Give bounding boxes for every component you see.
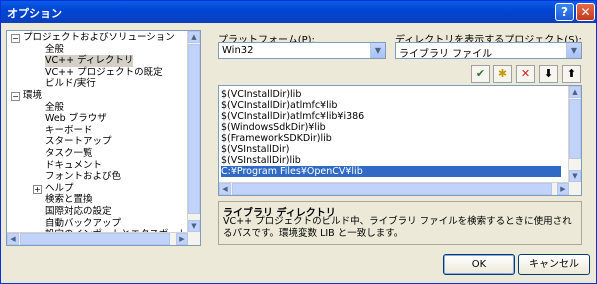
h-scroll-thumb[interactable] — [20, 233, 170, 245]
scroll-left-arrow-icon[interactable]: ◀ — [7, 233, 19, 245]
dirs-for-select[interactable]: ライブラリ ファイル ▼ — [395, 42, 582, 60]
tree-item[interactable]: Web ブラウザ — [7, 113, 187, 125]
tree-item-label: 全般 — [45, 43, 65, 55]
dirs-for-value: ライブラリ ファイル — [399, 49, 493, 60]
tree-item[interactable]: スタートアップ — [7, 136, 187, 148]
platform-value: Win32 — [222, 45, 254, 56]
tree-horizontal-scrollbar[interactable]: ◀ ▶ — [7, 232, 188, 245]
window-title: オプション — [7, 7, 62, 20]
tree-item-label: 国際対応の設定 — [45, 205, 112, 217]
tree-rows: − プロジェクトおよびソリューション 全般 VC++ ディレクトリ VC++ プロジェク… — [7, 32, 187, 245]
list-vertical-scrollbar[interactable]: ▲ ▼ — [568, 86, 581, 195]
tree-item-label: 検索と置換 — [45, 194, 93, 206]
scroll-thumb[interactable] — [569, 99, 581, 159]
tree-item-label: 全般 — [45, 101, 65, 113]
tree-item[interactable]: ドキュメント — [7, 160, 187, 172]
list-horizontal-scrollbar[interactable]: ◀ ▶ — [219, 182, 569, 195]
tree-item-label: スタートアップ — [45, 136, 112, 148]
directory-item[interactable]: C:¥Program Files¥OpenCV¥lib — [221, 166, 561, 177]
tree-item[interactable]: 自動バックアップ — [7, 218, 187, 230]
tree-item[interactable]: ビルド/実行 — [7, 78, 187, 90]
title-bar[interactable]: オプション ? ✕ — [1, 1, 596, 23]
tree-item-label: フォントおよび色 — [45, 171, 122, 183]
tree-item[interactable]: 検索と置換 — [7, 194, 187, 206]
tree-item[interactable]: キーボード — [7, 125, 187, 137]
collapse-icon[interactable]: − — [11, 34, 20, 43]
directory-item[interactable]: $(VCInstallDir)atlmfc¥lib — [221, 100, 337, 111]
move-up-icon[interactable]: ⬆ — [562, 65, 581, 83]
expand-icon[interactable]: + — [33, 184, 42, 194]
directory-item[interactable]: $(VCInstallDir)atlmfc¥lib¥i386 — [221, 111, 364, 122]
tree-item-label: 環境 — [23, 89, 43, 101]
tree-item-label: タスク一覧 — [45, 147, 93, 159]
scroll-up-arrow-icon[interactable]: ▲ — [188, 31, 200, 43]
h-scroll-thumb[interactable] — [232, 183, 552, 195]
platform-select[interactable]: Win32 ▼ — [218, 42, 386, 59]
tree-item[interactable]: VC++ プロジェクトの既定 — [7, 67, 187, 79]
options-tree[interactable]: − プロジェクトおよびソリューション 全般 VC++ ディレクトリ VC++ プロジェク… — [6, 30, 201, 246]
scroll-thumb[interactable] — [188, 44, 200, 214]
move-down-icon[interactable]: ⬇ — [539, 65, 558, 83]
checkmark-icon[interactable]: ✔ — [471, 65, 490, 83]
tree-item-label: VC++ ディレクトリ — [45, 55, 134, 67]
tree-item-label: プロジェクトおよびソリューション — [23, 32, 175, 43]
directory-item[interactable]: $(VSInstallDir) — [221, 144, 289, 155]
new-line-icon[interactable]: ✱ — [493, 65, 512, 83]
directory-item[interactable]: $(FrameworkSDKDir)lib — [221, 133, 332, 144]
tree-vertical-scrollbar[interactable]: ▲ ▼ — [187, 31, 200, 245]
delete-icon[interactable]: ✕ — [516, 65, 535, 83]
tree-item[interactable]: タスク一覧 — [7, 148, 187, 160]
cancel-button[interactable]: キャンセル — [518, 254, 590, 275]
tree-item[interactable]: − プロジェクトおよびソリューション — [7, 32, 187, 44]
tree-item[interactable]: − 環境 — [7, 90, 187, 102]
tree-item-label: ヘルプ — [45, 182, 74, 194]
tree-item-label: 自動バックアップ — [45, 217, 122, 229]
directory-item[interactable]: $(WindowsSdkDir)¥lib — [221, 122, 326, 133]
tree-item-label: ドキュメント — [45, 159, 103, 171]
description-panel: ライブラリ ディレクトリ VC++ プロジェクトのビルド中、ライブラリ ファイル… — [218, 201, 582, 245]
tree-item[interactable]: フォントおよび色 — [7, 171, 187, 183]
collapse-icon[interactable]: − — [11, 91, 20, 101]
help-button[interactable]: ? — [555, 3, 574, 21]
tree-item-label: ビルド/実行 — [45, 78, 96, 90]
options-dialog: オプション ? ✕ − プロジェクトおよびソリューション 全般 VC++ ディレクトリ… — [0, 0, 597, 284]
scroll-right-arrow-icon[interactable]: ▶ — [176, 233, 188, 245]
close-button[interactable]: ✕ — [576, 3, 595, 21]
description-text: VC++ プロジェクトのビルド中、ライブラリ ファイルを検索するときに使用される… — [223, 216, 572, 239]
directory-item[interactable]: $(VCInstallDir)lib — [221, 89, 301, 100]
tree-item[interactable]: 全般 — [7, 102, 187, 114]
scroll-down-arrow-icon[interactable]: ▼ — [569, 170, 581, 182]
chevron-down-icon[interactable]: ▼ — [370, 43, 385, 58]
tree-item-label: VC++ プロジェクトの既定 — [45, 66, 163, 78]
directory-item[interactable]: $(VSInstallDir)lib — [221, 155, 301, 166]
tree-item[interactable]: 国際対応の設定 — [7, 206, 187, 218]
tree-item-label: Web ブラウザ — [45, 113, 107, 125]
scroll-left-arrow-icon[interactable]: ◀ — [219, 183, 231, 195]
scroll-up-arrow-icon[interactable]: ▲ — [569, 86, 581, 98]
tree-item[interactable]: 全般 — [7, 44, 187, 56]
tree-item-label: キーボード — [45, 124, 93, 136]
chevron-down-icon[interactable]: ▼ — [566, 43, 581, 58]
scroll-right-arrow-icon[interactable]: ▶ — [557, 183, 569, 195]
directory-list[interactable]: $(VCInstallDir)lib $(VCInstallDir)atlmfc¥… — [218, 85, 582, 196]
tree-item[interactable]: VC++ ディレクトリ — [7, 55, 187, 67]
tree-item[interactable]: + ヘルプ — [7, 183, 187, 195]
scroll-down-arrow-icon[interactable]: ▼ — [188, 220, 200, 232]
ok-button[interactable]: OK — [443, 254, 515, 275]
